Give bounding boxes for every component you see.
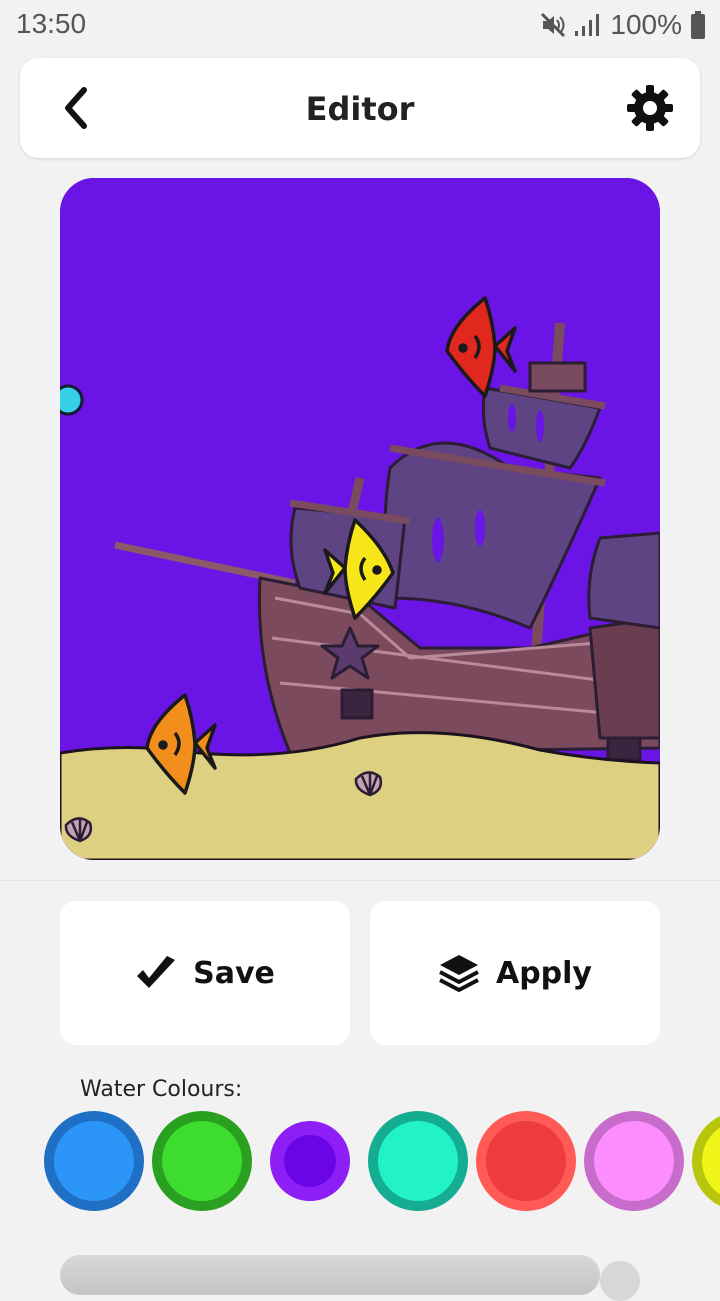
water-colours-label: Water Colours: [80,1077,243,1102]
settings-button[interactable] [626,84,674,132]
signal-icon [575,14,600,36]
status-icons: 100% [540,8,706,42]
swatch-yellow[interactable] [692,1111,720,1211]
brush-size-slider[interactable] [60,1255,600,1295]
bottom-panel: Save Apply Water Colours: [0,880,720,1301]
checkmark-icon [137,956,176,988]
shipwreck-illustration [60,178,660,860]
apply-button[interactable]: Apply [370,901,660,1045]
battery-percentage: 100% [610,9,682,40]
swatch-green[interactable] [152,1111,252,1211]
swatch-blue[interactable] [44,1111,144,1211]
status-time: 13:50 [16,8,87,39]
battery-icon [691,11,705,39]
save-button[interactable]: Save [60,901,350,1045]
slider-handle[interactable] [600,1261,640,1301]
colour-swatches [44,1111,720,1211]
bubble [60,384,84,416]
swatch-turquoise[interactable] [368,1111,468,1211]
swatch-purple-selected[interactable] [270,1121,350,1201]
gear-icon [627,85,673,131]
page-title: Editor [305,90,415,128]
swatch-pink[interactable] [584,1111,684,1211]
editor-header: Editor [20,58,700,158]
apply-label: Apply [495,955,592,991]
mute-icon [541,12,566,38]
save-label: Save [193,955,275,991]
swatch-red[interactable] [476,1111,576,1211]
status-bar: 13:50 100% [0,0,720,50]
layers-icon [439,955,479,992]
drawing-canvas[interactable] [60,178,660,860]
